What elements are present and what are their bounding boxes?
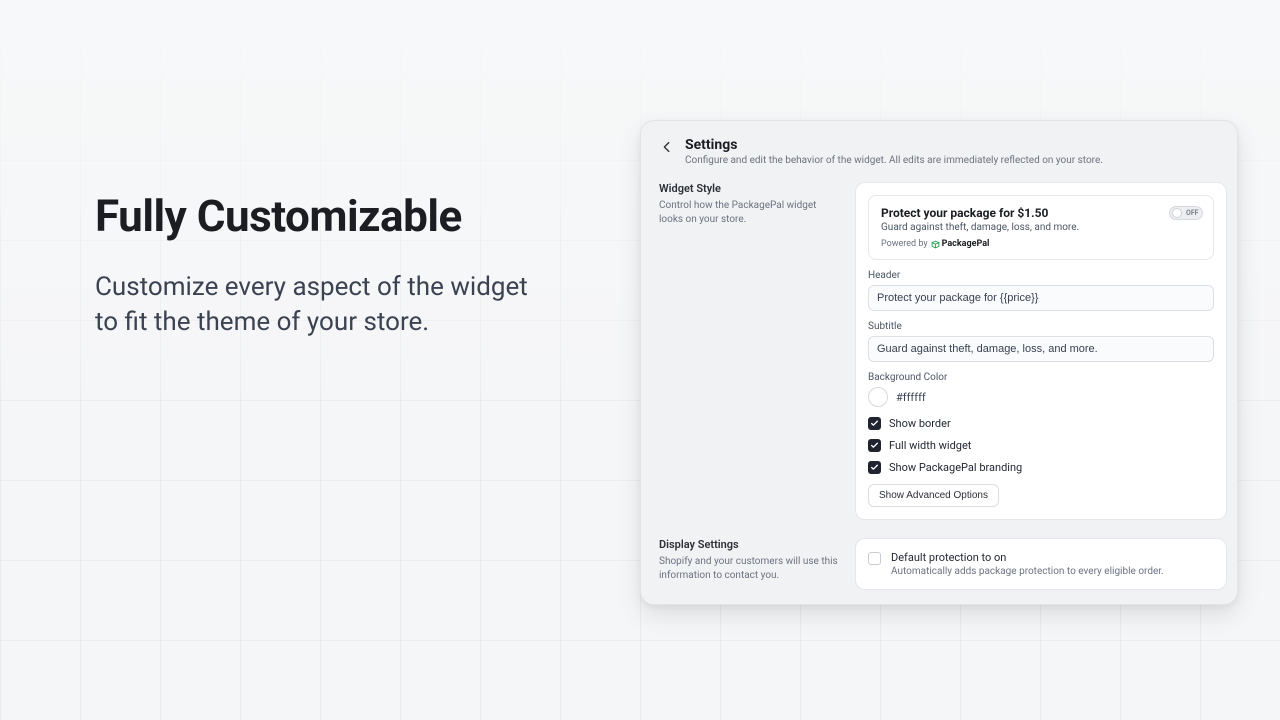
arrow-left-icon	[660, 140, 674, 154]
powered-by: Powered by PackagePal	[881, 239, 1201, 249]
toggle-label: OFF	[1186, 209, 1199, 217]
subtitle-input[interactable]	[868, 336, 1214, 362]
show-border-label: Show border	[889, 417, 951, 430]
display-settings-row: Display Settings Shopify and your custom…	[651, 538, 1227, 590]
hero-title: Fully Customizable	[95, 190, 555, 242]
checkbox-checked-icon	[868, 461, 881, 474]
widget-preview: Protect your package for $1.50 Guard aga…	[868, 195, 1214, 260]
show-branding-checkbox[interactable]: Show PackagePal branding	[868, 461, 1214, 474]
powered-prefix: Powered by	[881, 239, 928, 249]
preview-subtitle: Guard against theft, damage, loss, and m…	[881, 222, 1201, 233]
header-label: Header	[868, 270, 1214, 281]
show-branding-label: Show PackagePal branding	[889, 461, 1022, 474]
full-width-label: Full width widget	[889, 439, 971, 452]
checkbox-checked-icon	[868, 417, 881, 430]
header-field: Header	[868, 270, 1214, 311]
package-icon	[931, 240, 940, 249]
panel-title: Settings	[685, 137, 1219, 153]
subtitle-field: Subtitle	[868, 321, 1214, 362]
protection-toggle[interactable]: OFF	[1169, 206, 1203, 220]
widget-style-title: Widget Style	[659, 182, 841, 195]
hero-section: Fully Customizable Customize every aspec…	[95, 190, 555, 340]
brand-name: PackagePal	[942, 239, 990, 249]
default-on-desc: Automatically adds package protection to…	[891, 566, 1164, 577]
panel-header: Settings Configure and edit the behavior…	[651, 135, 1227, 176]
bgcolor-label: Background Color	[868, 372, 1214, 383]
hero-subtitle: Customize every aspect of the widget to …	[95, 270, 555, 340]
display-settings-card: Default protection to on Automatically a…	[855, 538, 1227, 590]
widget-style-row: Widget Style Control how the PackagePal …	[651, 182, 1227, 520]
bgcolor-field: Background Color #ffffff	[868, 372, 1214, 407]
show-border-checkbox[interactable]: Show border	[868, 417, 1214, 430]
default-on-checkbox[interactable]	[868, 552, 881, 565]
checkbox-checked-icon	[868, 439, 881, 452]
full-width-checkbox[interactable]: Full width widget	[868, 439, 1214, 452]
header-input[interactable]	[868, 285, 1214, 311]
default-on-label: Default protection to on	[891, 551, 1164, 564]
color-swatch[interactable]	[868, 387, 888, 407]
display-settings-desc: Shopify and your customers will use this…	[659, 555, 841, 582]
widget-style-desc: Control how the PackagePal widget looks …	[659, 199, 841, 226]
show-advanced-button[interactable]: Show Advanced Options	[868, 484, 999, 507]
color-value: #ffffff	[896, 391, 926, 404]
display-settings-title: Display Settings	[659, 538, 841, 551]
panel-subtitle: Configure and edit the behavior of the w…	[685, 155, 1219, 166]
settings-panel: Settings Configure and edit the behavior…	[640, 120, 1238, 605]
brand-logo: PackagePal	[931, 239, 990, 249]
preview-title: Protect your package for $1.50	[881, 206, 1201, 220]
widget-style-card: Protect your package for $1.50 Guard aga…	[855, 182, 1227, 520]
subtitle-label: Subtitle	[868, 321, 1214, 332]
toggle-knob	[1172, 208, 1182, 218]
back-button[interactable]	[659, 139, 675, 155]
